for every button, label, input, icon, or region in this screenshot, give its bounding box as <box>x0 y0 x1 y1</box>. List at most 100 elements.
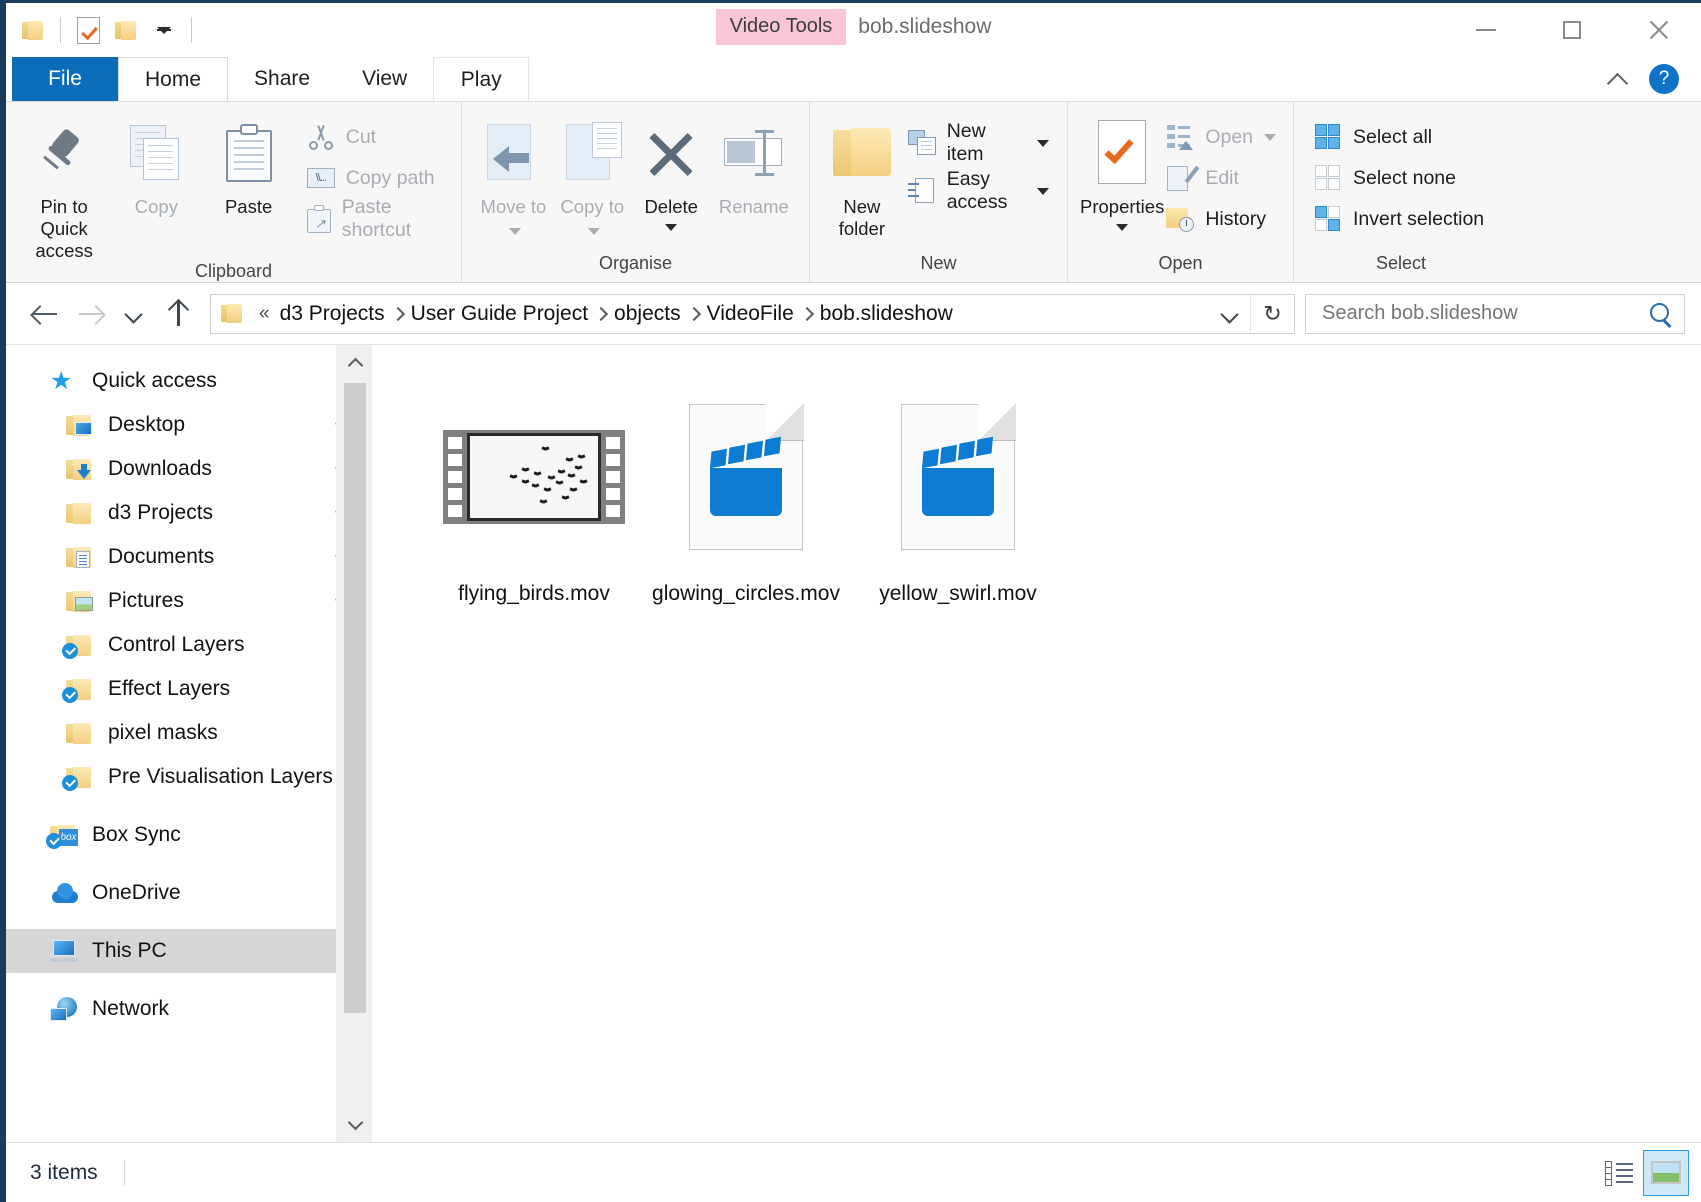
history-icon <box>1166 205 1194 233</box>
breadcrumb-sep-3[interactable] <box>796 309 818 319</box>
close-button[interactable] <box>1615 3 1701 57</box>
breadcrumb[interactable]: « d3 Projects User Guide Project objects… <box>210 294 1295 334</box>
list-item[interactable]: flying_birds.mov <box>428 371 640 609</box>
new-item-caret-down-icon[interactable] <box>1037 140 1049 147</box>
recent-locations-button[interactable] <box>112 294 156 334</box>
properties-label: Properties <box>1080 196 1164 218</box>
delete-button[interactable]: Delete <box>632 112 711 231</box>
refresh-button[interactable]: ↻ <box>1250 294 1294 334</box>
easy-access-caret-down-icon[interactable] <box>1037 188 1049 195</box>
qat-separator <box>60 17 61 43</box>
up-button[interactable] <box>156 294 200 334</box>
breadcrumb-item-4[interactable]: bob.slideshow <box>818 302 955 326</box>
properties-button[interactable]: Properties <box>1080 112 1164 231</box>
sidebar-item-control-layers[interactable]: Control Layers <box>6 623 372 667</box>
history-button[interactable]: History <box>1166 202 1282 236</box>
cut-button[interactable]: Cut <box>307 120 449 154</box>
sidebar-item-this-pc[interactable]: This PC <box>6 929 372 973</box>
forward-button[interactable] <box>68 294 112 334</box>
sidebar-item-network[interactable]: Network <box>6 987 372 1031</box>
group-label-organise: Organise <box>462 253 809 282</box>
sidebar-item-onedrive[interactable]: OneDrive <box>6 871 372 915</box>
breadcrumb-overflow[interactable]: « <box>251 303 278 325</box>
move-to-button[interactable]: Move to <box>474 112 553 240</box>
new-item-label: New item <box>947 120 1026 166</box>
copy-to-button[interactable]: Copy to <box>553 112 632 240</box>
arrow-left-icon <box>33 304 59 324</box>
rename-button[interactable]: Rename <box>711 112 797 218</box>
ribbon-group-organise: Move to Copy to <box>461 102 809 282</box>
tab-play[interactable]: Play <box>433 57 529 101</box>
list-item[interactable]: yellow_swirl.mov <box>852 371 1064 609</box>
breadcrumb-sep-0[interactable] <box>387 309 409 319</box>
sidebar-item-documents[interactable]: Documents <box>6 535 372 579</box>
back-button[interactable] <box>24 294 68 334</box>
sidebar-item-effect-layers[interactable]: Effect Layers <box>6 667 372 711</box>
qat-folder2-icon[interactable] <box>107 10 145 50</box>
sidebar-scrollbar[interactable] <box>336 345 372 1142</box>
tab-home[interactable]: Home <box>118 57 228 101</box>
properties-caret-down-icon[interactable] <box>1116 224 1128 231</box>
contextual-tab-tag: Video Tools <box>716 9 847 45</box>
folder-pictures-icon <box>66 591 98 612</box>
sidebar-item-downloads[interactable]: Downloads <box>6 447 372 491</box>
easy-access-button[interactable]: Easy access <box>908 174 1055 208</box>
sidebar-item-pre-visualisation-layers[interactable]: Pre Visualisation Layers <box>6 755 372 799</box>
invert-selection-icon <box>1314 205 1342 233</box>
qat-customize-caret-down-icon[interactable] <box>145 10 183 50</box>
details-view-button[interactable] <box>1597 1150 1643 1196</box>
select-all-button[interactable]: Select all <box>1314 120 1490 154</box>
maximize-button[interactable] <box>1529 3 1615 57</box>
tab-view[interactable]: View <box>336 57 433 101</box>
copy-path-button[interactable]: \\... Copy path <box>307 161 449 195</box>
paste-button[interactable]: Paste <box>203 112 295 218</box>
paste-shortcut-button[interactable]: ↗ Paste shortcut <box>307 202 449 236</box>
search-icon[interactable] <box>1648 301 1674 327</box>
paste-label: Paste <box>225 196 272 218</box>
list-item[interactable]: glowing_circles.mov <box>640 371 852 609</box>
open-caret-down-icon[interactable] <box>1264 134 1276 141</box>
select-none-button[interactable]: Select none <box>1314 161 1490 195</box>
sidebar-item-desktop[interactable]: Desktop <box>6 403 372 447</box>
large-icons-view-button[interactable] <box>1643 1150 1689 1196</box>
minimize-button[interactable] <box>1443 3 1529 57</box>
sidebar-item-box-sync[interactable]: box Box Sync <box>6 813 372 857</box>
breadcrumb-item-2[interactable]: objects <box>612 302 683 326</box>
delete-caret-down-icon[interactable] <box>665 224 677 231</box>
tab-share[interactable]: Share <box>228 57 336 101</box>
new-item-button[interactable]: New item <box>908 126 1055 160</box>
sidebar-item-pixel-masks[interactable]: pixel masks <box>6 711 372 755</box>
invert-selection-button[interactable]: Invert selection <box>1314 202 1490 236</box>
breadcrumb-sep-2[interactable] <box>683 309 705 319</box>
sidebar-label-d3-projects: d3 Projects <box>108 501 213 525</box>
pin-to-quick-access-button[interactable]: Pin to Quick access <box>18 112 110 261</box>
search-box[interactable] <box>1305 294 1685 334</box>
search-input[interactable] <box>1320 301 1648 326</box>
breadcrumb-sep-1[interactable] <box>590 309 612 319</box>
sidebar-item-quick-access[interactable]: ★ Quick access <box>6 359 372 403</box>
sidebar-item-d3-projects[interactable]: d3 Projects <box>6 491 372 535</box>
scrollbar-thumb[interactable] <box>344 383 366 1013</box>
tab-file[interactable]: File <box>12 57 118 101</box>
breadcrumb-item-1[interactable]: User Guide Project <box>409 302 590 326</box>
edit-button[interactable]: Edit <box>1166 161 1282 195</box>
qat-document-check-icon[interactable] <box>69 10 107 50</box>
qat-folder-icon[interactable] <box>14 10 52 50</box>
breadcrumb-item-3[interactable]: VideoFile <box>705 302 796 326</box>
sidebar-item-pictures[interactable]: Pictures <box>6 579 372 623</box>
details-view-icon <box>1605 1161 1635 1185</box>
file-list[interactable]: flying_birds.mov glowing_circles. <box>372 345 1701 1142</box>
window-title: bob.slideshow <box>858 15 991 39</box>
copy-button[interactable]: Copy <box>110 112 202 218</box>
new-folder-button[interactable]: New folder <box>822 112 902 240</box>
scroll-down-button[interactable] <box>337 1106 373 1142</box>
chevron-up-icon[interactable] <box>1609 70 1627 88</box>
file-name: flying_birds.mov <box>439 579 629 609</box>
edit-icon <box>1166 164 1194 192</box>
scroll-up-button[interactable] <box>337 345 373 381</box>
breadcrumb-dropdown-button[interactable] <box>1210 307 1250 321</box>
breadcrumb-item-0[interactable]: d3 Projects <box>278 302 387 326</box>
open-button[interactable]: Open <box>1166 120 1282 154</box>
help-icon[interactable]: ? <box>1649 64 1679 94</box>
main-body: ★ Quick access Desktop Downloads d3 Proj… <box>6 345 1701 1142</box>
